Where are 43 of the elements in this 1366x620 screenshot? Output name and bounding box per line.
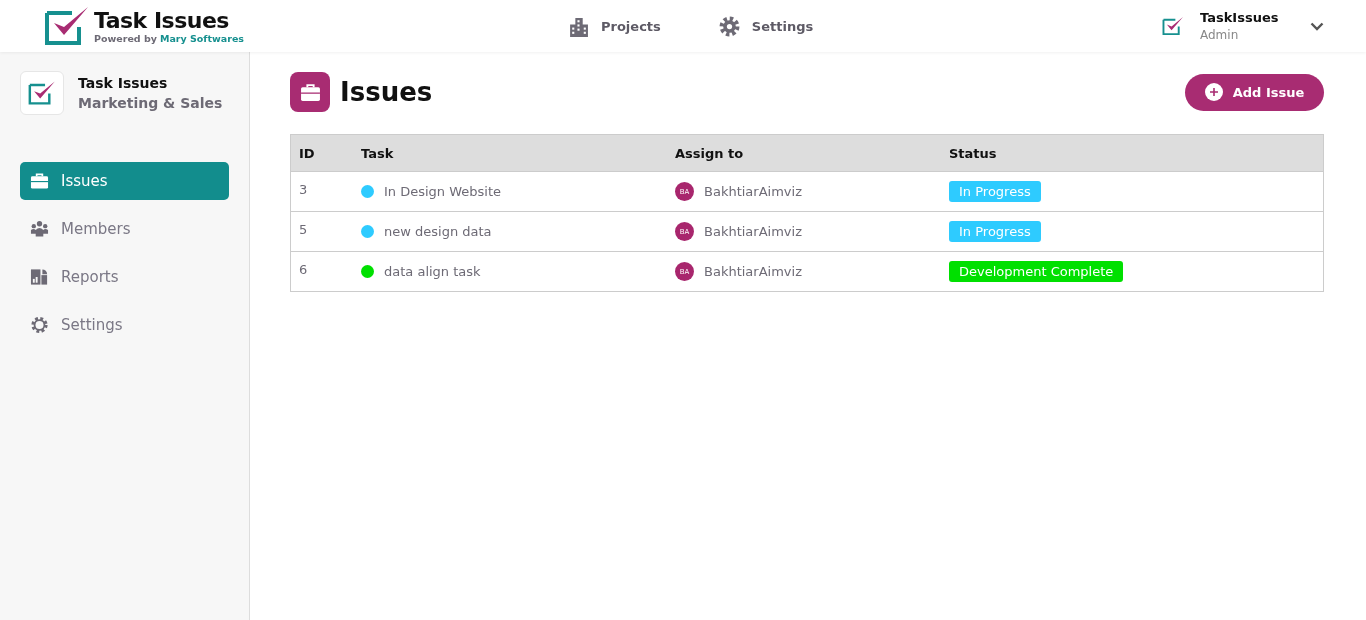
user-role: Admin	[1200, 28, 1240, 42]
settings-icon	[718, 15, 740, 37]
workspace-subtitle: Marketing & Sales	[78, 95, 223, 111]
checkbox-logo-icon	[1162, 16, 1184, 36]
chevron-down-icon[interactable]	[1310, 21, 1324, 31]
checkbox-logo-icon	[28, 80, 56, 106]
company-name: Mary Softwares	[159, 32, 244, 44]
page-title: Issues	[340, 77, 433, 107]
settings-icon	[30, 316, 49, 334]
building-icon	[568, 15, 589, 37]
assignee-name: BakhtiarAimviz	[704, 224, 802, 239]
status-badge: In Progress	[949, 181, 1041, 202]
status-badge: Development Complete	[949, 261, 1124, 282]
workspace-title: Task Issues	[78, 75, 169, 91]
nav-link[interactable]: Projects	[568, 15, 661, 37]
assignee-name: BakhtiarAimviz	[704, 264, 802, 279]
task-name: In Design Website	[384, 184, 502, 199]
report-icon	[30, 268, 49, 286]
assignee-name: BakhtiarAimviz	[704, 184, 802, 199]
sidebar-item[interactable]: Members	[20, 210, 229, 248]
table-cell: 5	[299, 222, 308, 237]
checkbox-logo-icon	[44, 5, 90, 47]
add-issue-button[interactable]: Add Issue	[1185, 73, 1324, 111]
table-cell: 3	[299, 182, 308, 197]
sidebar-item[interactable]: Settings	[20, 306, 229, 344]
briefcase-icon	[290, 72, 330, 112]
sidebar-item[interactable]: Reports	[20, 258, 229, 296]
task-name: new design data	[384, 224, 492, 239]
briefcase-icon	[30, 172, 49, 190]
user-name: TaskIssues	[1200, 10, 1280, 25]
table-cell: 6	[299, 262, 308, 277]
group-icon	[30, 220, 49, 238]
plus-icon	[1204, 83, 1223, 101]
sidebar-item[interactable]: Issues	[20, 162, 229, 200]
column-header: Status	[949, 145, 997, 161]
task-name: data align task	[384, 264, 481, 279]
brand-name: Task Issues	[94, 8, 230, 33]
column-header: Assign to	[675, 145, 744, 161]
status-badge: In Progress	[949, 221, 1041, 242]
column-header: Task	[361, 145, 394, 161]
nav-link[interactable]: Settings	[718, 15, 814, 37]
powered-by-text: Powered by	[94, 32, 157, 44]
column-header: ID	[299, 145, 315, 161]
